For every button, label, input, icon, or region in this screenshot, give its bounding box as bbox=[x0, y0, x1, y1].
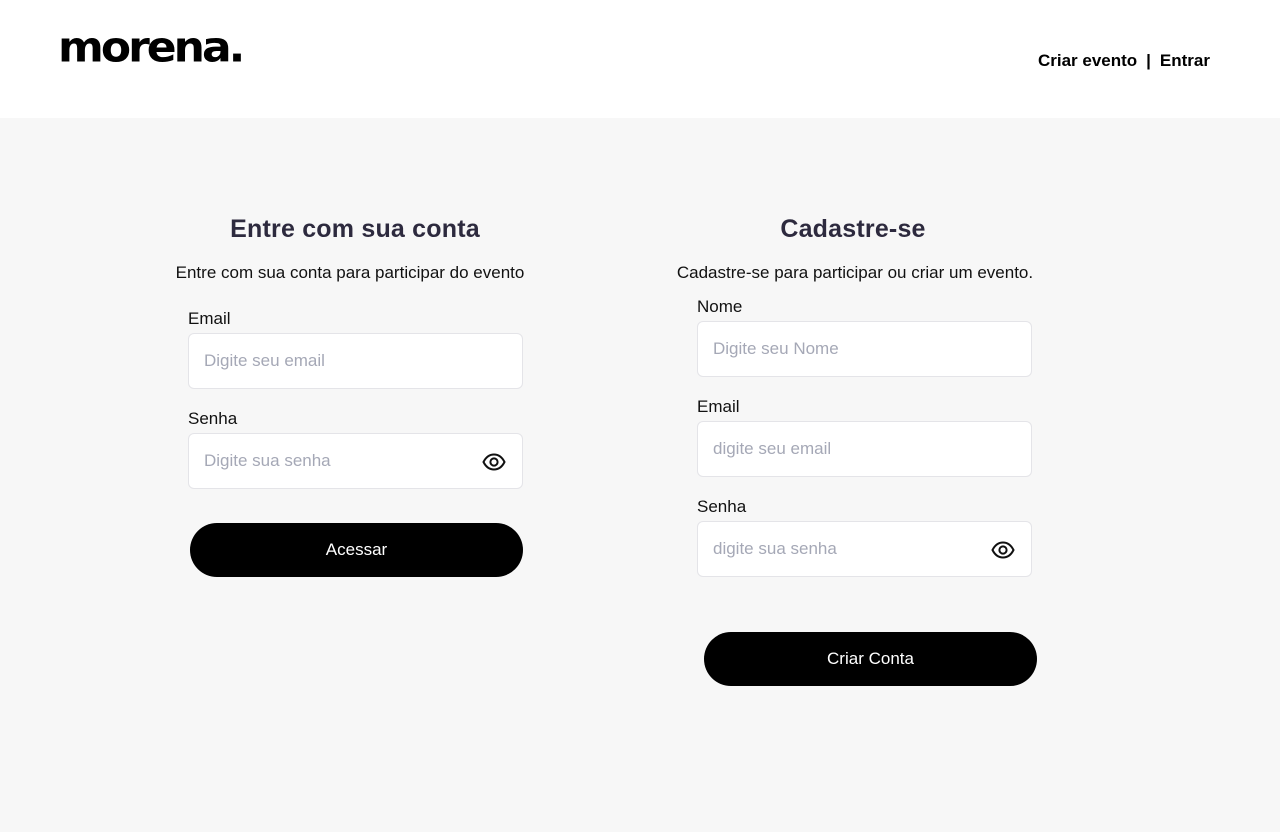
signup-password-label: Senha bbox=[697, 497, 747, 516]
eye-icon[interactable] bbox=[991, 539, 1015, 561]
signup-name-field[interactable] bbox=[697, 321, 1032, 377]
login-subtitle: Entre com sua conta para participar do e… bbox=[175, 263, 525, 282]
signup-subtitle: Cadastre-se para participar ou criar um … bbox=[676, 263, 1034, 282]
nav-login-link[interactable]: Entrar bbox=[1160, 51, 1210, 71]
top-nav: Criar evento | Entrar bbox=[1038, 51, 1210, 71]
signup-name-label: Nome bbox=[697, 297, 743, 316]
signup-email-field[interactable] bbox=[697, 421, 1032, 477]
eye-icon[interactable] bbox=[482, 451, 506, 473]
nav-create-event-link[interactable]: Criar evento bbox=[1038, 51, 1137, 71]
header: morena. Criar evento | Entrar bbox=[0, 0, 1280, 118]
logo[interactable]: morena. bbox=[58, 27, 245, 69]
login-password-label: Senha bbox=[188, 409, 238, 428]
signup-password-input[interactable] bbox=[698, 522, 1031, 576]
signup-submit-button[interactable]: Criar Conta bbox=[704, 632, 1037, 686]
signup-email-input[interactable] bbox=[698, 422, 1031, 476]
signup-name-input[interactable] bbox=[698, 322, 1031, 376]
login-title: Entre com sua conta bbox=[230, 215, 480, 243]
login-email-field[interactable] bbox=[188, 333, 523, 389]
login-email-label: Email bbox=[188, 309, 231, 328]
signup-email-label: Email bbox=[697, 397, 740, 416]
login-submit-button[interactable]: Acessar bbox=[190, 523, 523, 577]
login-email-input[interactable] bbox=[189, 334, 522, 388]
login-password-field[interactable] bbox=[188, 433, 523, 489]
signup-title: Cadastre-se bbox=[780, 215, 926, 243]
signup-password-field[interactable] bbox=[697, 521, 1032, 577]
nav-separator: | bbox=[1146, 51, 1151, 70]
login-password-input[interactable] bbox=[189, 434, 522, 488]
